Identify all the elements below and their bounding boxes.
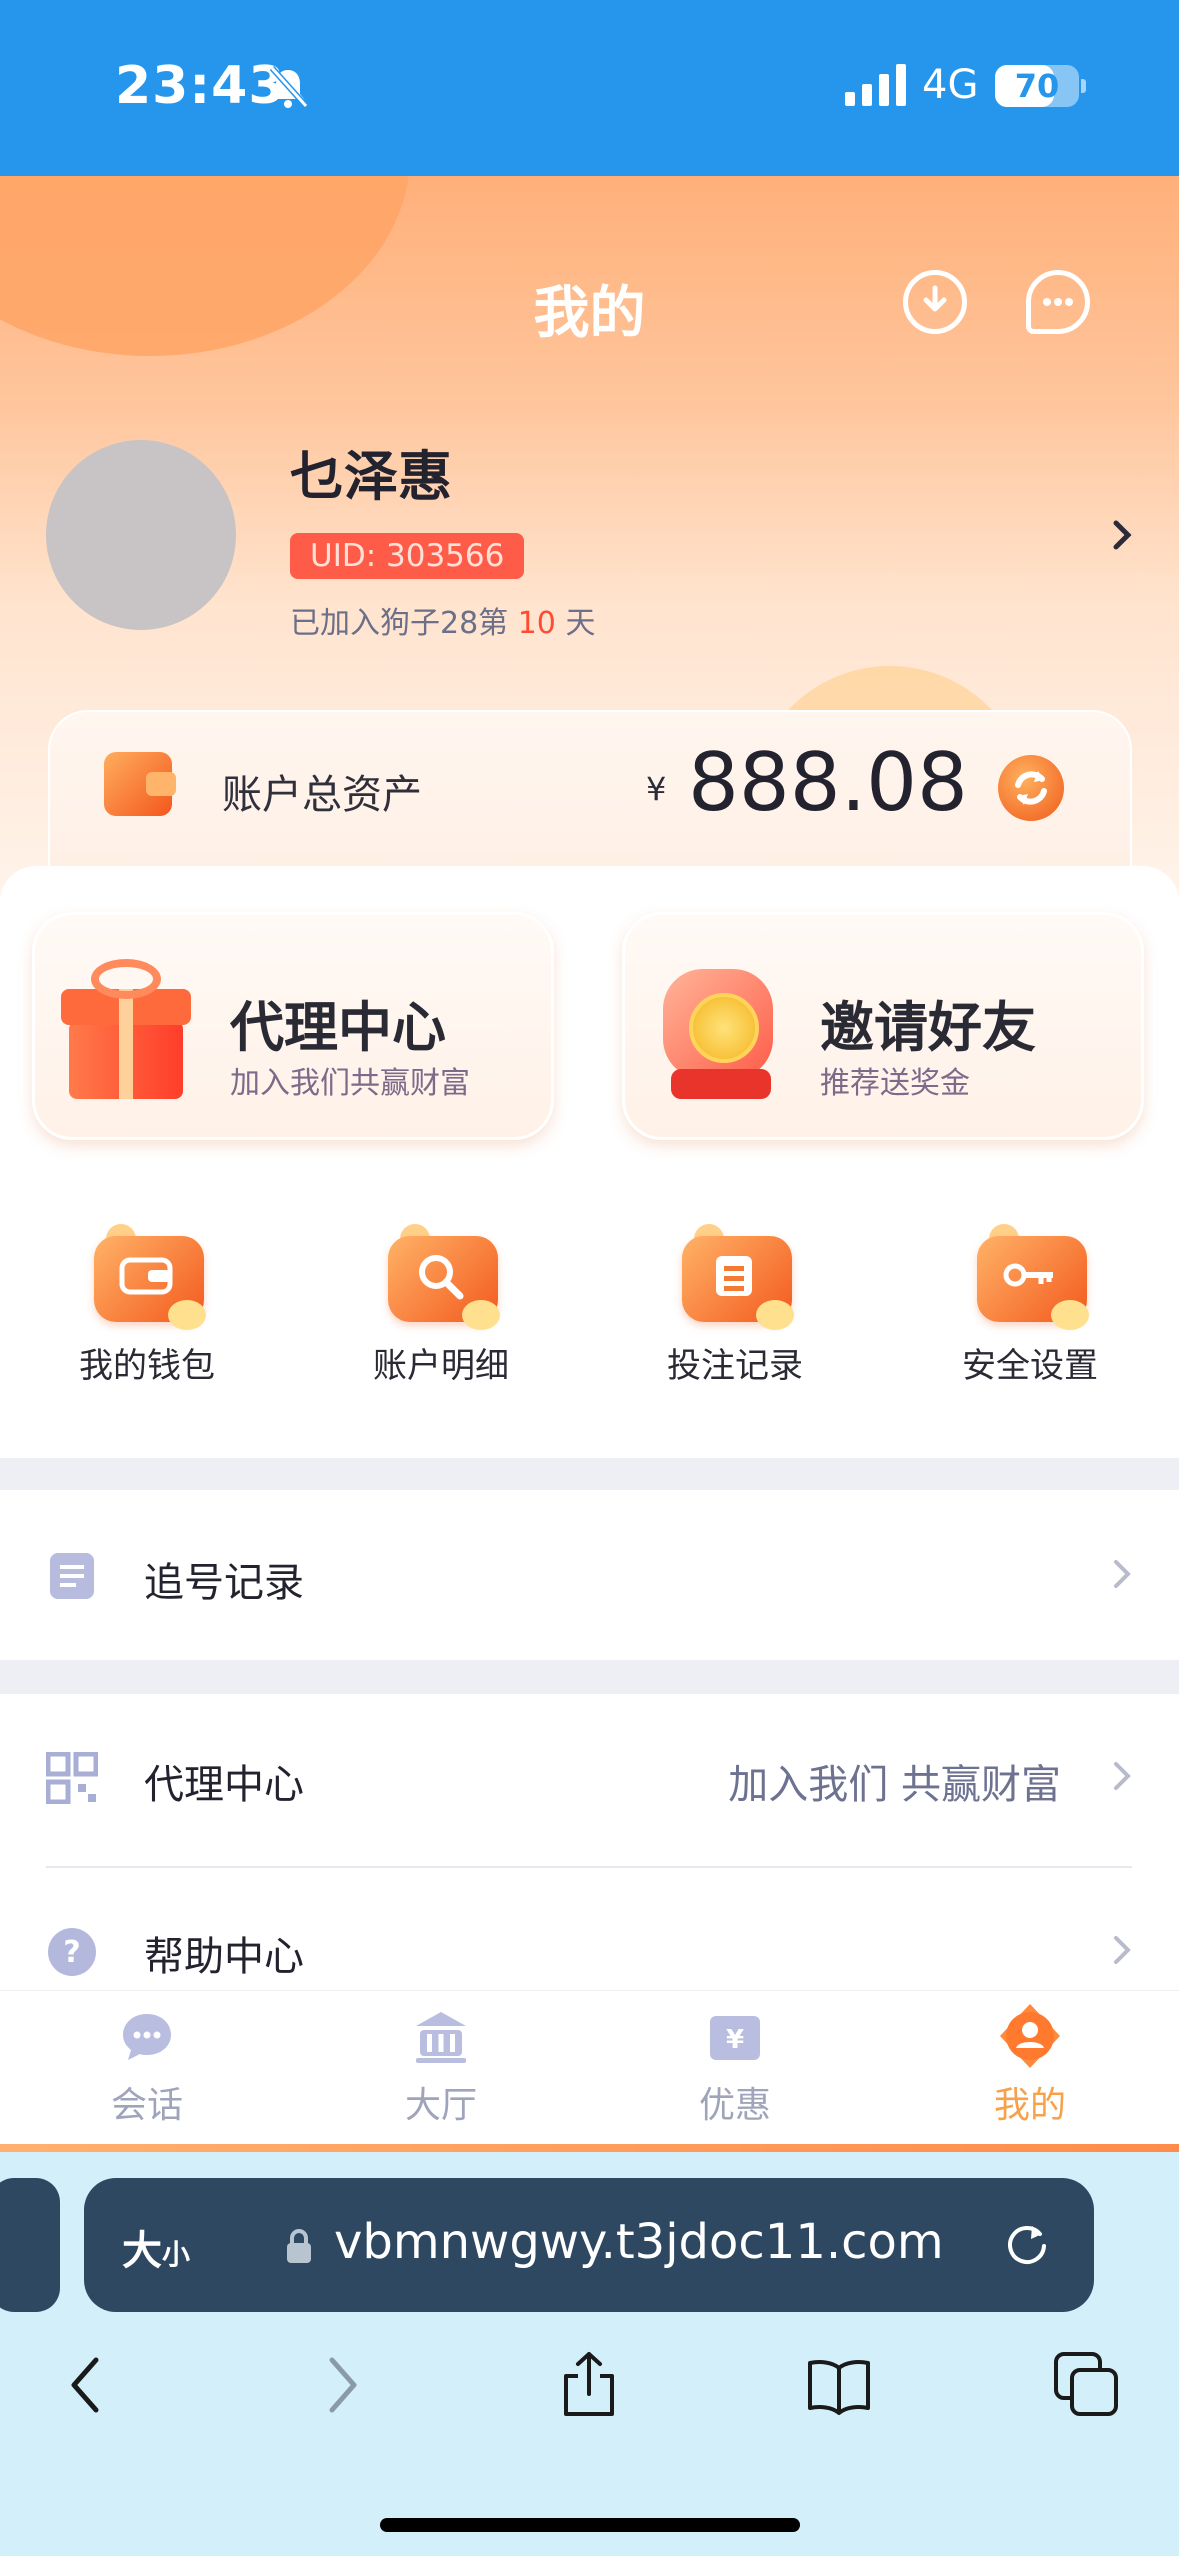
message-icon[interactable] [1026, 270, 1090, 334]
signal-icon [845, 64, 906, 106]
battery-level: 70 [1014, 67, 1060, 105]
joined-suffix: 天 [555, 606, 596, 641]
tab-chat[interactable]: 会话 [57, 2008, 237, 2128]
tab-promotions[interactable]: ¥ 优惠 [645, 2008, 825, 2128]
joined-days-text: 已加入狗子28第 10 天 [290, 598, 595, 642]
text-size-big: 大 [122, 2228, 162, 2274]
menu-item-help-center[interactable]: ? 帮助中心 [0, 1868, 1179, 1990]
status-time: 23:43 [115, 56, 286, 116]
tabs-icon[interactable] [1052, 2350, 1122, 2420]
tab-label: 我的 [993, 2085, 1066, 2126]
network-type: 4G [922, 62, 979, 108]
chevron-right-icon [1114, 1936, 1131, 1964]
coin-hand-icon [653, 949, 783, 1109]
user-name: 乜泽惠 [290, 445, 452, 508]
menu-item-label: 代理中心 [144, 1762, 304, 1808]
agent-center-title: 代理中心 [230, 996, 446, 1059]
quick-action-label: 我的钱包 [79, 1346, 215, 1386]
bank-icon [412, 2008, 470, 2066]
invite-friends-card[interactable]: 邀请好友 推荐送奖金 [622, 912, 1144, 1140]
key-icon [971, 1220, 1089, 1330]
wallet-icon [88, 1220, 206, 1330]
battery-cap [1081, 79, 1086, 93]
page-title: 我的 [533, 281, 646, 346]
joined-prefix: 已加入狗子28第 [290, 606, 518, 641]
tab-lobby[interactable]: 大厅 [351, 2008, 531, 2128]
asset-card [48, 710, 1132, 870]
status-bar: 23:43 4G 70 [0, 0, 1179, 176]
invite-friends-subtitle: 推荐送奖金 [820, 1066, 970, 1101]
bell-muted-icon [269, 65, 309, 109]
menu-item-agent-center[interactable]: 代理中心 加入我们 共赢财富 [0, 1694, 1179, 1864]
quick-action-label: 安全设置 [962, 1346, 1098, 1386]
chat-icon [118, 2008, 176, 2066]
wallet-icon [104, 752, 176, 816]
invite-friends-title: 邀请好友 [820, 996, 1036, 1059]
tab-label: 优惠 [698, 2085, 771, 2126]
back-icon[interactable] [52, 2350, 122, 2420]
lock-icon [287, 2229, 311, 2263]
menu-item-label: 追号记录 [144, 1560, 304, 1606]
user-icon [1000, 2004, 1060, 2068]
refresh-icon [1015, 771, 1047, 805]
reload-icon[interactable] [1002, 2220, 1052, 2270]
url-text[interactable]: vbmnwgwy.t3jdoc11.com [334, 2214, 944, 2270]
asset-label: 账户总资产 [222, 772, 422, 818]
notepad-icon [676, 1220, 794, 1330]
quick-action-label: 投注记录 [667, 1346, 803, 1386]
question-icon: ? [48, 1928, 96, 1976]
quick-action-security-settings[interactable]: 安全设置 [940, 1220, 1120, 1387]
chevron-right-icon [1114, 1560, 1131, 1588]
agent-center-subtitle: 加入我们共赢财富 [230, 1066, 470, 1101]
home-indicator [380, 2518, 800, 2532]
text-size-small: 小 [162, 2238, 191, 2271]
menu-item-label: 帮助中心 [144, 1934, 304, 1980]
tab-mine[interactable]: 我的 [940, 2004, 1120, 2128]
battery-icon: 70 [995, 65, 1079, 107]
clipboard-icon [50, 1553, 94, 1599]
previous-tab-peek[interactable] [0, 2178, 60, 2312]
quick-action-label: 账户明细 [373, 1346, 509, 1386]
tab-accent-bar [0, 2144, 1179, 2152]
quick-action-wallet[interactable]: 我的钱包 [57, 1220, 237, 1387]
profile-chevron-icon[interactable] [1108, 515, 1138, 555]
joined-days: 10 [517, 606, 556, 641]
svg-text:?: ? [63, 1935, 80, 1970]
tab-label: 会话 [110, 2085, 183, 2126]
coupon-icon: ¥ [706, 2008, 764, 2066]
svg-text:¥: ¥ [726, 2025, 744, 2055]
search-icon [382, 1220, 500, 1330]
asset-amount: 888.08 [688, 736, 968, 829]
tab-label: 大厅 [404, 2085, 477, 2126]
forward-icon[interactable] [306, 2350, 376, 2420]
section-gap [0, 1660, 1179, 1694]
text-size-button[interactable]: 大小 [122, 2218, 190, 2276]
avatar[interactable] [46, 440, 236, 630]
currency-symbol: ¥ [646, 770, 667, 808]
refresh-balance-button[interactable] [998, 755, 1064, 821]
quick-action-account-details[interactable]: 账户明细 [351, 1220, 531, 1387]
qr-code-icon [46, 1752, 98, 1804]
bookmarks-icon[interactable] [804, 2350, 874, 2420]
menu-item-chase-records[interactable]: 追号记录 [0, 1490, 1179, 1660]
uid-badge: UID: 303566 [290, 533, 525, 579]
menu-item-extra: 加入我们 共赢财富 [728, 1762, 1061, 1808]
gift-icon [61, 959, 191, 1099]
quick-action-bet-records[interactable]: 投注记录 [645, 1220, 825, 1387]
download-icon[interactable] [903, 270, 967, 334]
agent-center-card[interactable]: 代理中心 加入我们共赢财富 [32, 912, 554, 1140]
share-icon[interactable] [554, 2350, 624, 2420]
chevron-right-icon [1114, 1762, 1131, 1790]
section-gap [0, 1458, 1179, 1490]
